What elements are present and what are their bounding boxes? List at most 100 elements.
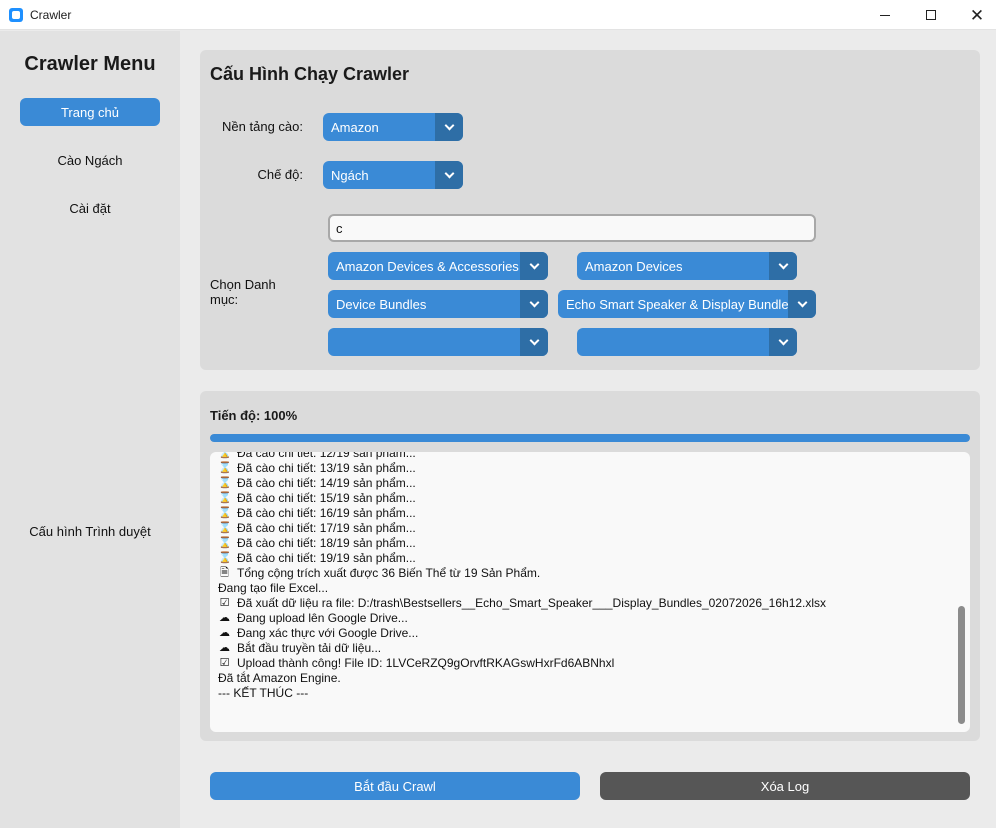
log-line: ☑ Upload thành công! File ID: 1LVCeRZQ9gO… xyxy=(218,656,826,671)
log-line-text: Đã cào chi tiết: 15/19 sản phẩm... xyxy=(237,491,416,505)
sidebar-item-home[interactable]: Trang chủ xyxy=(20,98,160,126)
log-line: 🗎 Tổng cộng trích xuất được 36 Biến Thể t… xyxy=(218,566,826,581)
hourglass-icon: ⌛ xyxy=(218,462,232,474)
mode-select[interactable]: Ngách xyxy=(323,161,463,189)
platform-select[interactable]: Amazon xyxy=(323,113,463,141)
log-line: ☁ Đang xác thực với Google Drive... xyxy=(218,626,826,641)
log-line-text: Đã cào chi tiết: 16/19 sản phẩm... xyxy=(237,506,416,520)
log-textbox[interactable]: ⌛ Đã cào chi tiết: 12/19 sản phẩm... ⌛ Đã c… xyxy=(210,452,970,732)
log-line: ⌛ Đã cào chi tiết: 14/19 sản phẩm... xyxy=(218,476,826,491)
cloud-icon: ☁ xyxy=(219,627,230,639)
log-line-text: Đã cào chi tiết: 18/19 sản phẩm... xyxy=(237,536,416,550)
maximize-button[interactable] xyxy=(908,0,954,30)
log-line: Đã tắt Amazon Engine. xyxy=(218,671,826,686)
log-line: ☁ Đang upload lên Google Drive... xyxy=(218,611,826,626)
window-title: Crawler xyxy=(30,8,72,22)
category-select-4[interactable]: Echo Smart Speaker & Display Bundles xyxy=(558,290,816,318)
sidebar-title: Crawler Menu xyxy=(24,53,156,75)
title-bar: Crawler ✕ xyxy=(0,0,996,30)
category-select-value: Amazon Devices xyxy=(585,258,683,274)
log-line: ⌛ Đã cào chi tiết: 17/19 sản phẩm... xyxy=(218,521,826,536)
category-search-input[interactable]: c xyxy=(328,214,816,242)
chevron-down-icon[interactable] xyxy=(788,290,816,318)
mode-label: Chế độ: xyxy=(257,167,303,182)
log-line-text: Đã cào chi tiết: 13/19 sản phẩm... xyxy=(237,461,416,475)
hourglass-icon: ⌛ xyxy=(218,522,232,534)
clear-log-button[interactable]: Xóa Log xyxy=(600,772,970,800)
log-line: ⌛ Đã cào chi tiết: 13/19 sản phẩm... xyxy=(218,461,826,476)
category-select-1[interactable]: Amazon Devices & Accessories xyxy=(328,252,548,280)
hourglass-icon: ⌛ xyxy=(218,452,232,459)
hourglass-icon: ⌛ xyxy=(218,492,232,504)
hourglass-icon: ⌛ xyxy=(218,477,232,489)
log-line: --- KẾT THÚC --- xyxy=(218,686,826,701)
config-title: Cấu Hình Chạy Crawler xyxy=(210,64,410,84)
close-icon: ✕ xyxy=(969,5,985,25)
log-line: ☑ Đã xuất dữ liệu ra file: D:/trash\Bests… xyxy=(218,596,827,611)
platform-label: Nền tảng cào: xyxy=(222,119,303,134)
log-line-text: Đã cào chi tiết: 17/19 sản phẩm... xyxy=(237,521,416,535)
chevron-down-icon[interactable] xyxy=(769,328,797,356)
chevron-down-icon[interactable] xyxy=(520,290,548,318)
log-line-text: Đã cào chi tiết: 19/19 sản phẩm... xyxy=(237,551,416,565)
checkbox-icon: ☑ xyxy=(219,597,230,609)
minimize-icon xyxy=(880,14,890,16)
mode-select-value: Ngách xyxy=(331,167,369,183)
sidebar-item-settings[interactable]: Cài đặt xyxy=(20,194,160,222)
progress-bar-fill xyxy=(210,434,970,442)
log-line: ⌛ Đã cào chi tiết: 12/19 sản phẩm... xyxy=(218,452,826,461)
category-select-3[interactable]: Device Bundles xyxy=(328,290,548,318)
minimize-button[interactable] xyxy=(862,0,908,30)
config-panel: Cấu Hình Chạy Crawler Nền tảng cào: Amaz… xyxy=(200,50,980,370)
maximize-icon xyxy=(926,10,936,20)
category-select-6[interactable] xyxy=(577,328,797,356)
log-line-text: Đang upload lên Google Drive... xyxy=(237,611,408,625)
category-select-value: Amazon Devices & Accessories xyxy=(336,258,519,274)
log-line-text: Tổng cộng trích xuất được 36 Biến Thể từ… xyxy=(237,566,541,580)
close-button[interactable]: ✕ xyxy=(954,0,996,30)
chevron-down-icon[interactable] xyxy=(769,252,797,280)
progress-panel: Tiến độ: 100% ⌛ Đã cào chi tiết: 12/19 sả… xyxy=(200,391,980,741)
category-select-value: Device Bundles xyxy=(336,296,427,312)
start-crawl-button[interactable]: Bắt đầu Crawl xyxy=(210,772,580,800)
category-select-2[interactable]: Amazon Devices xyxy=(577,252,797,280)
log-line-text: Đang xác thực với Google Drive... xyxy=(237,626,419,640)
checkbox-icon: ☑ xyxy=(219,657,230,669)
platform-select-value: Amazon xyxy=(331,119,379,135)
category-select-5[interactable] xyxy=(328,328,548,356)
log-line-text: --- KẾT THÚC --- xyxy=(218,686,309,700)
chevron-down-icon[interactable] xyxy=(520,252,548,280)
sidebar: Crawler Menu Trang chủ Cào Ngách Cài đặt… xyxy=(0,31,180,828)
cloud-icon: ☁ xyxy=(219,642,230,654)
progress-label: Tiến độ: 100% xyxy=(210,408,298,423)
log-line: ⌛ Đã cào chi tiết: 18/19 sản phẩm... xyxy=(218,536,826,551)
log-line-text: Đang tạo file Excel... xyxy=(218,581,329,595)
log-line: Đang tạo file Excel... xyxy=(218,581,826,596)
log-line-text: Đã tắt Amazon Engine. xyxy=(218,671,341,685)
log-scrollbar[interactable] xyxy=(958,606,965,724)
chevron-down-icon[interactable] xyxy=(435,113,463,141)
browser-config-button[interactable]: Cấu hình Trình duyệt xyxy=(20,517,160,545)
log-line-text: Đã cào chi tiết: 14/19 sản phẩm... xyxy=(237,476,416,490)
log-line-text: Đã xuất dữ liệu ra file: D:/trash\Bestse… xyxy=(237,596,827,610)
memo-icon: 🗎 xyxy=(220,567,229,579)
category-select-value: Echo Smart Speaker & Display Bundles xyxy=(566,296,796,312)
hourglass-icon: ⌛ xyxy=(218,507,232,519)
chevron-down-icon[interactable] xyxy=(435,161,463,189)
sidebar-item-niche-crawl[interactable]: Cào Ngách xyxy=(20,146,160,174)
app-icon xyxy=(9,8,23,22)
hourglass-icon: ⌛ xyxy=(218,552,232,564)
log-line: ⌛ Đã cào chi tiết: 15/19 sản phẩm... xyxy=(218,491,826,506)
chevron-down-icon[interactable] xyxy=(520,328,548,356)
log-line-text: Upload thành công! File ID: 1LVCeRZQ9gOr… xyxy=(237,656,615,670)
cloud-icon: ☁ xyxy=(219,612,230,624)
log-line-text: Đã cào chi tiết: 12/19 sản phẩm... xyxy=(237,452,416,460)
log-line: ⌛ Đã cào chi tiết: 19/19 sản phẩm... xyxy=(218,551,826,566)
log-lines: ⌛ Đã cào chi tiết: 12/19 sản phẩm... ⌛ Đã c… xyxy=(218,452,826,701)
log-line-text: Bắt đầu truyền tải dữ liệu... xyxy=(237,641,382,655)
category-label: Chọn Danh mục: xyxy=(210,277,276,307)
progress-bar xyxy=(210,434,970,442)
log-line: ⌛ Đã cào chi tiết: 16/19 sản phẩm... xyxy=(218,506,826,521)
hourglass-icon: ⌛ xyxy=(218,537,232,549)
log-line: ☁ Bắt đầu truyền tải dữ liệu... xyxy=(218,641,826,656)
